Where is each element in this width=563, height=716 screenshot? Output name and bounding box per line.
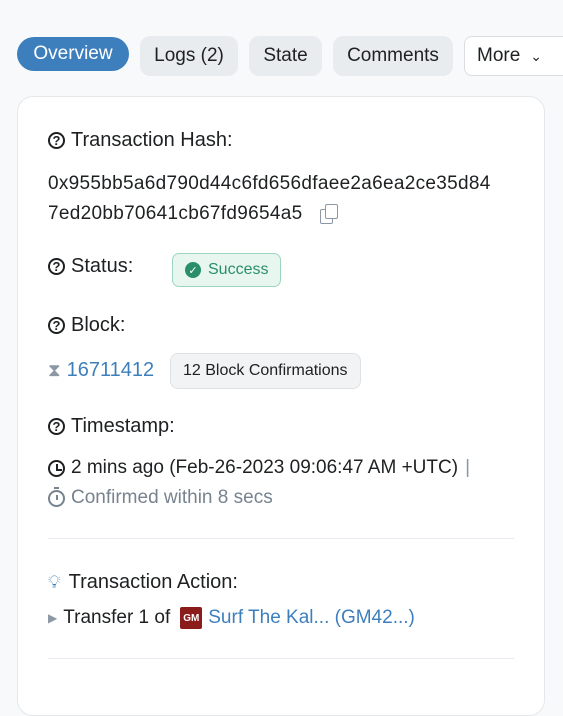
transaction-action-prefix: Transfer 1 of	[63, 607, 171, 628]
block-row: ? Block:	[48, 314, 125, 337]
transaction-hash-label: Transaction Hash:	[71, 129, 233, 151]
section-divider-bottom	[48, 658, 514, 659]
timestamp-row: ? Timestamp:	[48, 415, 175, 438]
tab-logs-label: Logs (2)	[154, 45, 224, 66]
tab-more-dropdown[interactable]: More ⌄	[464, 36, 563, 76]
transaction-action-value-row: ▶ Transfer 1 of GM Surf The Kal... (GM42…	[48, 607, 415, 629]
section-divider	[48, 538, 514, 539]
block-number-link[interactable]: 16711412	[67, 359, 155, 382]
tab-logs[interactable]: Logs (2)	[140, 36, 238, 76]
clock-icon	[48, 459, 65, 477]
transaction-action-row: 💡︎ Transaction Action:	[48, 571, 238, 594]
tab-comments[interactable]: Comments	[333, 36, 453, 76]
question-icon[interactable]: ?	[48, 418, 65, 435]
timestamp-value-row: 2 mins ago (Feb-26-2023 09:06:47 AM +UTC…	[48, 457, 470, 479]
status-badge: ✓ Success	[172, 253, 282, 287]
transaction-hash-row: ? Transaction Hash:	[48, 129, 233, 152]
hourglass-icon: ⧗	[48, 360, 61, 380]
check-icon: ✓	[185, 262, 201, 278]
token-logo: GM	[180, 607, 203, 629]
block-number-row: ⧗ 16711412	[48, 359, 154, 382]
tab-overview-label: Overview	[33, 43, 113, 64]
transaction-action-label: Transaction Action:	[68, 571, 238, 593]
token-link[interactable]: Surf The Kal... (GM42...)	[208, 607, 415, 629]
question-icon[interactable]: ?	[48, 317, 65, 334]
timer-icon	[48, 486, 65, 507]
question-icon[interactable]: ?	[48, 258, 65, 275]
timestamp-separator: |	[465, 457, 470, 478]
tab-state[interactable]: State	[249, 36, 322, 76]
timestamp-label: Timestamp:	[71, 415, 175, 437]
transaction-hash-value-row: 7ed20bb70641cb67fd9654a5	[48, 203, 339, 225]
status-label: Status:	[71, 255, 134, 277]
block-confirmations-badge: 12 Block Confirmations	[170, 353, 361, 389]
confirmed-within-text: Confirmed within 8 secs	[71, 487, 273, 508]
transaction-hash-line-1: 0x955bb5a6d790d44c6fd656dfaee2a6ea2ce35d…	[48, 173, 491, 194]
confirmed-within-row: Confirmed within 8 secs	[48, 486, 273, 509]
status-value: Success	[208, 261, 269, 278]
question-icon[interactable]: ?	[48, 132, 65, 149]
status-row: ? Status:	[48, 255, 133, 278]
block-label: Block:	[71, 314, 126, 336]
caret-right-icon[interactable]: ▶	[48, 611, 57, 625]
transaction-hash-line-2: 7ed20bb70641cb67fd9654a5	[48, 203, 303, 224]
tab-overview[interactable]: Overview	[17, 37, 129, 71]
tab-bar: Overview Logs (2) State Comments More ⌄	[17, 36, 563, 78]
chevron-down-icon: ⌄	[530, 47, 543, 64]
copy-icon[interactable]	[320, 203, 339, 224]
block-confirmations-text: 12 Block Confirmations	[183, 362, 348, 379]
timestamp-value: 2 mins ago (Feb-26-2023 09:06:47 AM +UTC…	[71, 457, 459, 478]
tab-more-label: More	[477, 45, 521, 66]
tab-state-label: State	[263, 45, 308, 66]
bulb-icon: 💡︎	[48, 572, 61, 592]
transaction-overview-card: ? Transaction Hash: 0x955bb5a6d790d44c6f…	[17, 96, 545, 716]
tab-comments-label: Comments	[347, 45, 439, 66]
